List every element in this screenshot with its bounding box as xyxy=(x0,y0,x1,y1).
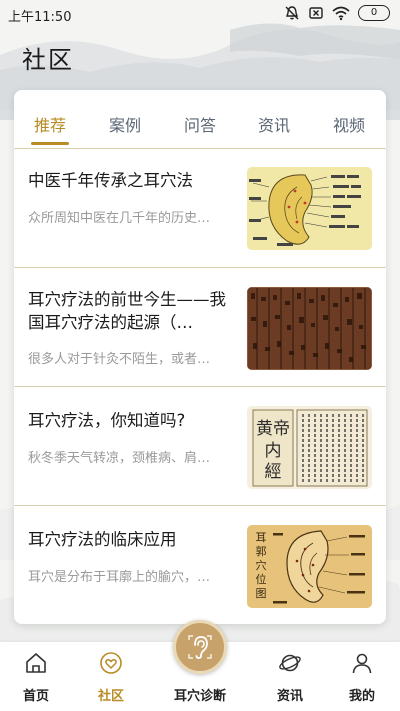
svg-text:耳: 耳 xyxy=(256,531,267,544)
svg-text:图: 图 xyxy=(256,587,267,600)
article-feed-card: 推荐 案例 问答 资讯 视频 中医千年传承之耳穴法 众所周知中医在几千年的历史… xyxy=(14,90,386,624)
status-bar: 上午11:50 0 xyxy=(0,0,400,28)
svg-text:經: 經 xyxy=(265,462,282,482)
nav-news-label: 资讯 xyxy=(276,689,303,704)
article-title: 耳穴疗法，你知道吗? xyxy=(28,411,186,430)
page-title: 社区 xyxy=(22,46,74,74)
article-thumbnail: 耳 郭 穴 位 图 xyxy=(247,525,372,608)
svg-text:郭: 郭 xyxy=(256,545,267,558)
svg-text:内: 内 xyxy=(265,441,282,461)
article-thumbnail: 黄帝 内 經 xyxy=(247,406,372,489)
profile-icon xyxy=(350,651,374,679)
svg-text:黄帝: 黄帝 xyxy=(256,419,290,439)
article-summary: 很多人对于针灸不陌生，或者… xyxy=(28,352,211,367)
nav-community[interactable]: 社区 xyxy=(71,642,151,711)
article-item[interactable]: 耳穴疗法的前世今生——我国耳穴疗法的起源（… 很多人对于针灸不陌生，或者… xyxy=(14,268,386,387)
article-item[interactable]: 中医千年传承之耳穴法 众所周知中医在几千年的历史… xyxy=(14,149,386,268)
tab-cases[interactable]: 案例 xyxy=(109,112,141,136)
article-thumbnail xyxy=(247,167,372,250)
home-icon xyxy=(24,651,48,679)
article-thumbnail xyxy=(247,287,372,370)
tab-news[interactable]: 资讯 xyxy=(258,112,290,136)
article-title: 耳穴疗法的前世今生——我国耳穴疗法的起源（… xyxy=(28,290,226,332)
nav-home[interactable]: 首页 xyxy=(0,642,76,711)
active-tab-indicator xyxy=(31,142,69,145)
svg-text:位: 位 xyxy=(256,572,267,586)
planet-news-icon xyxy=(278,651,302,679)
sim-off-icon xyxy=(308,5,324,21)
category-tabs: 推荐 案例 问答 资讯 视频 xyxy=(14,90,386,149)
nav-profile-label: 我的 xyxy=(348,689,375,704)
tab-recommend[interactable]: 推荐 xyxy=(34,112,66,136)
svg-text:穴: 穴 xyxy=(256,558,267,572)
ear-diagnosis-button[interactable] xyxy=(173,620,227,674)
battery-icon: 0 xyxy=(358,5,390,21)
nav-community-label: 社区 xyxy=(97,689,124,704)
article-title: 耳穴疗法的临床应用 xyxy=(28,530,177,549)
tab-qa[interactable]: 问答 xyxy=(184,112,216,136)
do-not-disturb-icon xyxy=(284,5,300,21)
community-heart-icon xyxy=(99,651,123,679)
status-time: 上午11:50 xyxy=(8,10,72,25)
article-item[interactable]: 耳穴疗法，你知道吗? 秋冬季天气转凉，颈椎病、肩… 黄帝 内 經 xyxy=(14,387,386,506)
article-summary: 众所周知中医在几千年的历史… xyxy=(28,211,211,226)
nav-news[interactable]: 资讯 xyxy=(250,642,330,711)
nav-profile[interactable]: 我的 xyxy=(322,642,400,711)
tab-video[interactable]: 视频 xyxy=(333,112,365,136)
nav-ear-diagnosis-label[interactable]: 耳穴诊断 xyxy=(160,685,240,704)
article-title: 中医千年传承之耳穴法 xyxy=(28,171,193,190)
article-summary: 秋冬季天气转凉，颈椎病、肩… xyxy=(28,451,211,466)
nav-home-label: 首页 xyxy=(22,689,49,704)
wifi-icon xyxy=(332,5,350,21)
article-item[interactable]: 耳穴疗法的临床应用 耳穴是分布于耳廓上的腧穴，… 耳 郭 穴 位 图 xyxy=(14,506,386,624)
article-summary: 耳穴是分布于耳廓上的腧穴，… xyxy=(28,570,211,585)
